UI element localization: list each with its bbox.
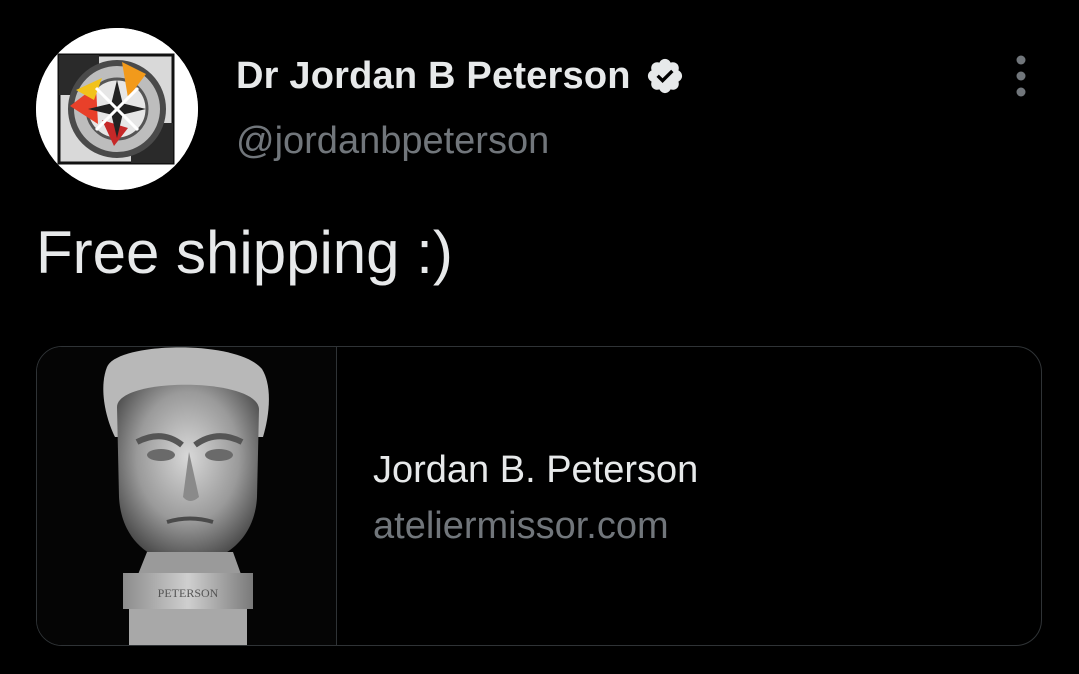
author-name-row: Dr Jordan B Peterson <box>236 52 685 100</box>
avatar-logo-icon <box>36 28 198 190</box>
link-card[interactable]: PETERSON Jordan B. Peterson ateliermisso… <box>36 346 1042 646</box>
bust-plinth-label: PETERSON <box>158 586 219 600</box>
tweet-text: Free shipping :) <box>36 219 453 286</box>
link-card-image: PETERSON <box>37 347 337 645</box>
link-card-domain: ateliermissor.com <box>373 505 669 547</box>
link-card-title: Jordan B. Peterson <box>373 449 699 491</box>
bust-image: PETERSON <box>37 347 336 645</box>
tweet: Dr Jordan B Peterson @jordanbpeterson Fr… <box>0 0 1079 674</box>
avatar[interactable] <box>36 28 198 190</box>
verified-badge-icon <box>647 58 682 94</box>
author-display-name[interactable]: Dr Jordan B Peterson <box>236 55 631 98</box>
more-options-icon[interactable] <box>1004 54 1038 98</box>
author-handle[interactable]: @jordanbpeterson <box>236 120 549 163</box>
